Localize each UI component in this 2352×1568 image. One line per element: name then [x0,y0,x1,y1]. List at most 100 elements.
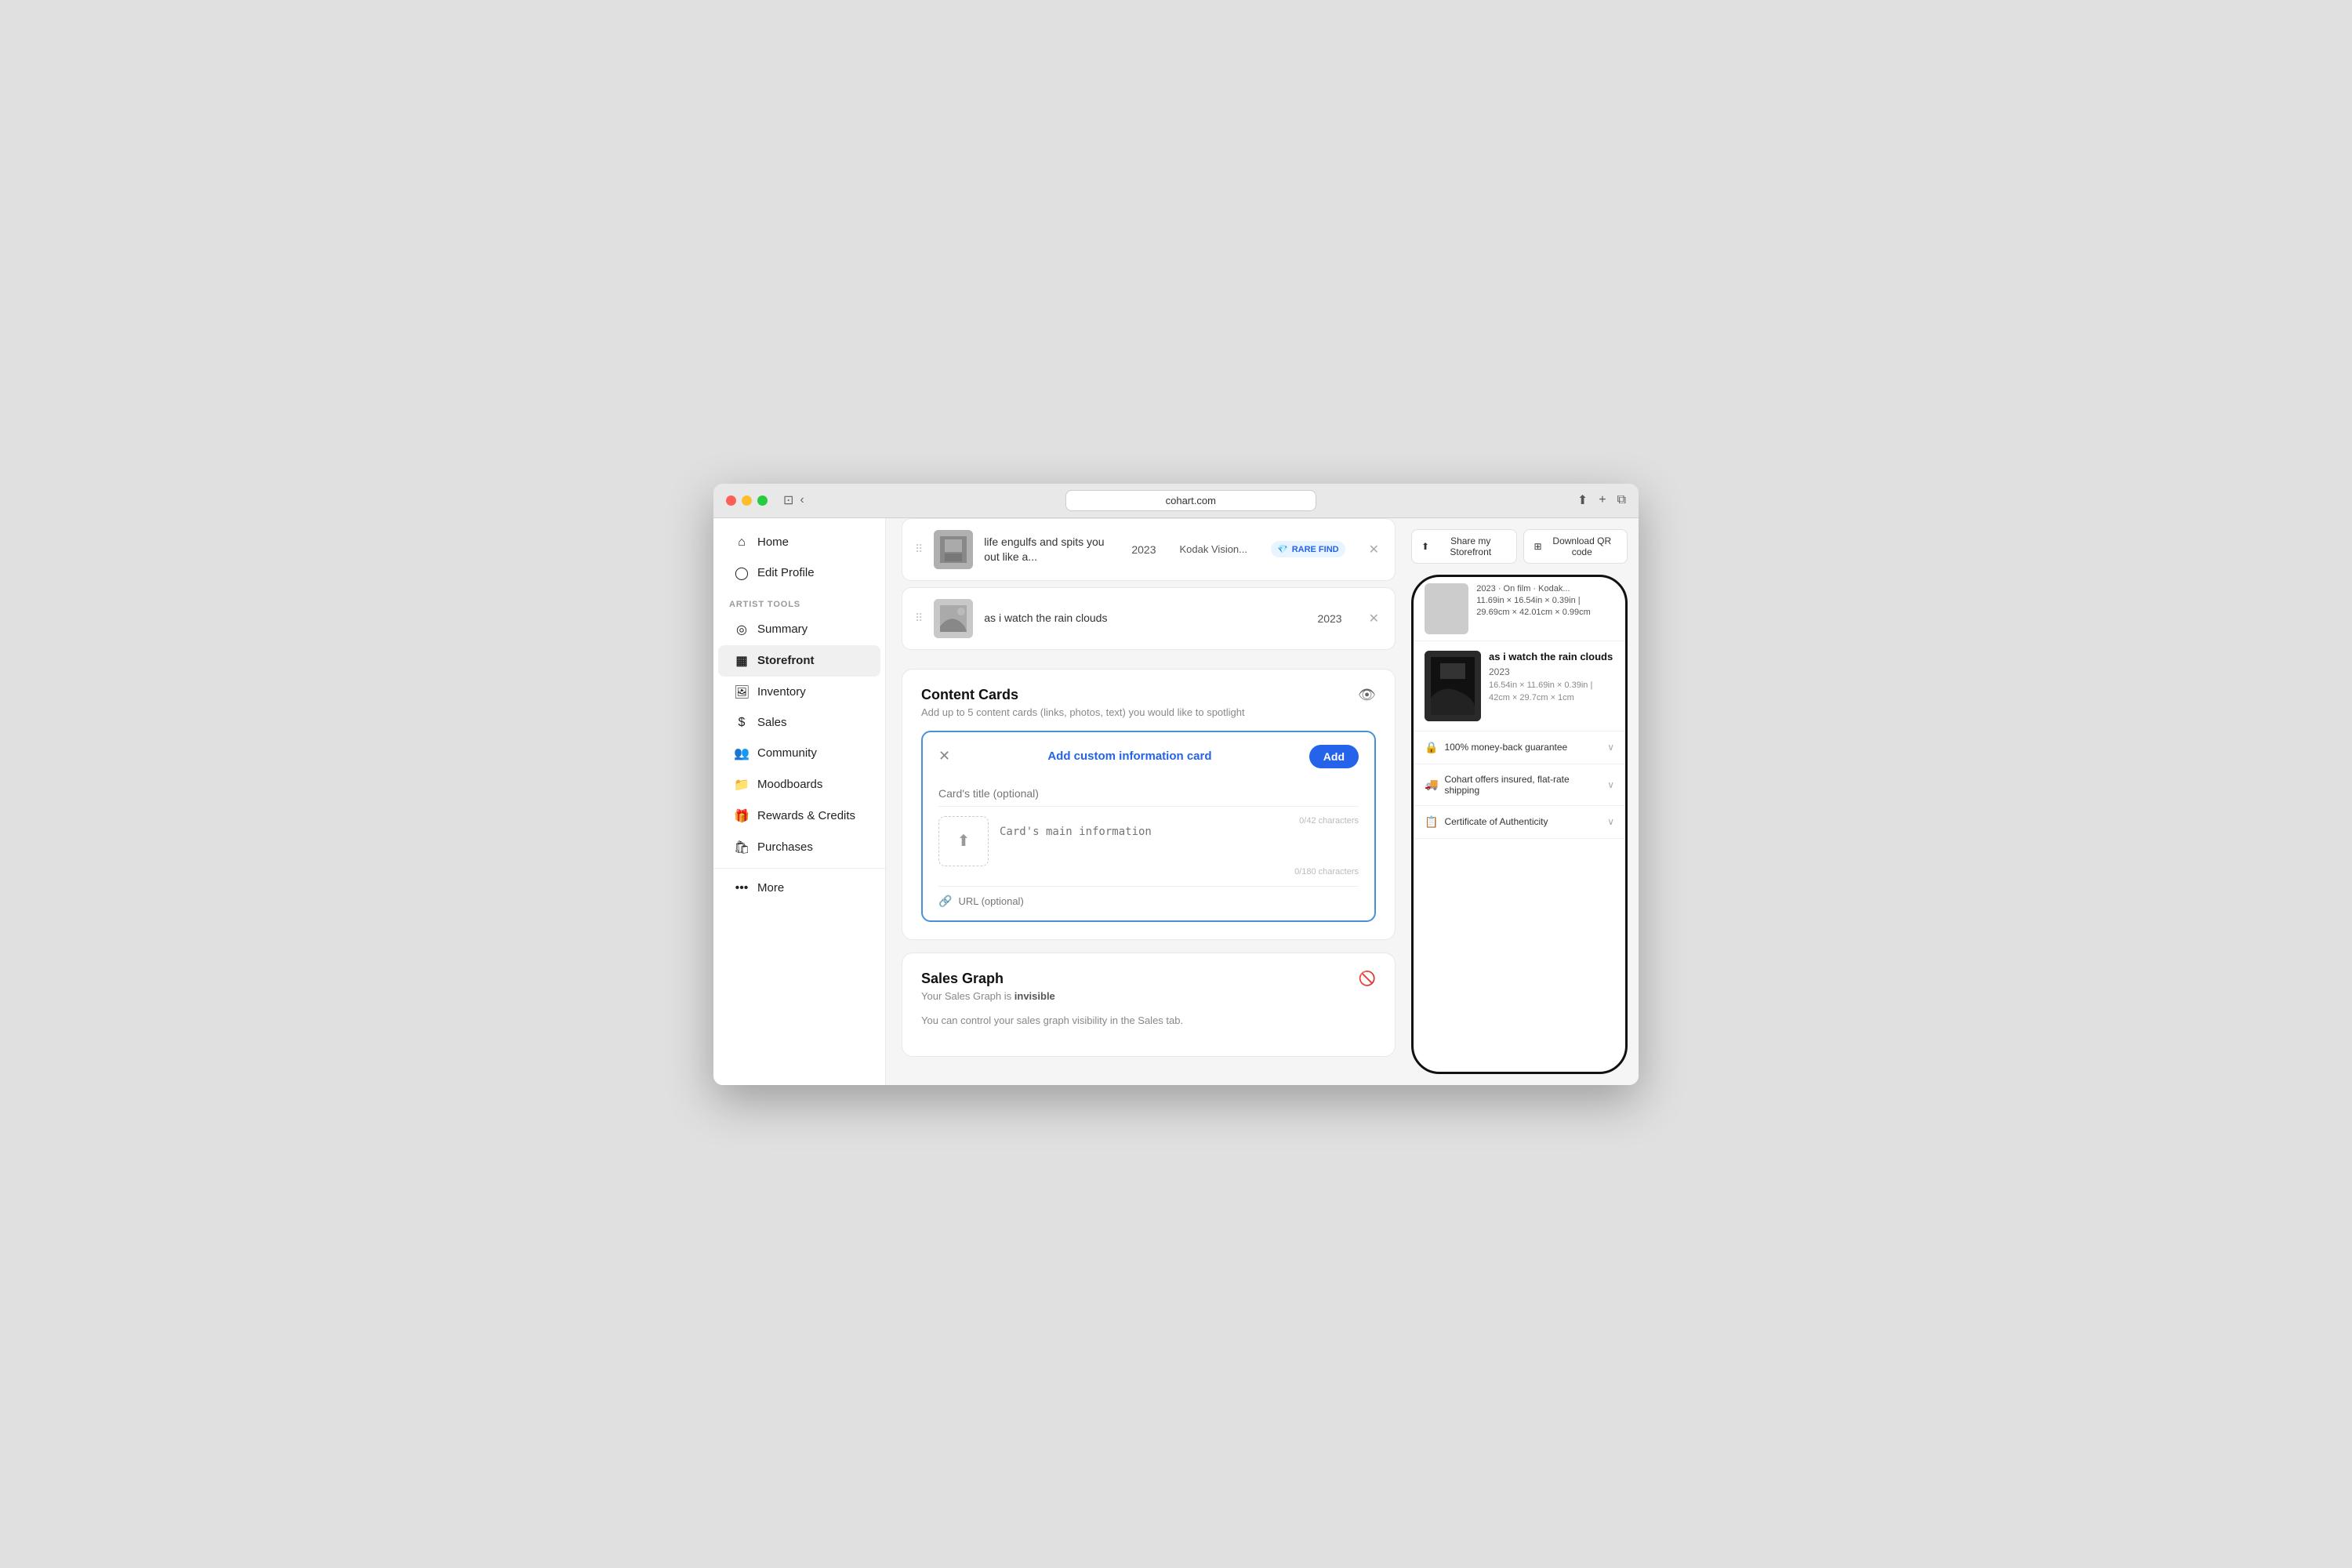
sidebar-item-edit-profile[interactable]: ◯ Edit Profile [718,557,880,589]
artwork-list: ⠿ life engulfs and spits you out like a.… [902,518,1396,656]
home-icon: ⌂ [734,535,750,550]
sidebar-item-more[interactable]: ••• More [718,873,880,903]
chevron-down-icon[interactable]: ∨ [1607,816,1614,827]
share-icon[interactable]: ⬆ [1577,492,1588,508]
new-tab-icon[interactable]: + [1599,493,1606,507]
browser-controls: ⊡ ‹ [783,492,804,508]
share-icon: ⬆ [1421,541,1429,552]
artist-tools-section-label: ARTIST TOOLS [713,589,885,614]
content-cards-header: Content Cards 👁 [921,687,1376,703]
custom-card-form-title: Add custom information card [1047,750,1211,763]
share-storefront-label: Share my Storefront [1434,535,1507,557]
sidebar-moodboards-label: Moodboards [757,778,822,791]
list-item: 🔒 100% money-back guarantee ∨ [1414,731,1625,764]
phone-feature-left: 🔒 100% money-back guarantee [1425,741,1567,754]
chevron-down-icon[interactable]: ∨ [1607,742,1614,753]
sidebar-toggle-icon[interactable]: ⊡ [783,492,793,508]
traffic-lights [726,495,768,506]
drag-handle-icon[interactable]: ⠿ [915,543,923,556]
phone-artwork-dims: 11.69in × 16.54in × 0.39in | 29.69cm × 4… [1476,595,1614,619]
upload-icon: ⬆ [957,831,971,851]
tabs-icon[interactable]: ⧉ [1617,493,1626,507]
card-url-input[interactable] [958,895,1359,907]
table-row: ⠿ life engulfs and spits you out like a.… [902,518,1396,581]
content-cards-subtitle: Add up to 5 content cards (links, photos… [921,706,1376,718]
phone-preview: 2023 · On film · Kodak... 11.69in × 16.5… [1411,575,1628,1074]
artwork-title: as i watch the rain clouds [984,611,1306,625]
sidebar-edit-profile-label: Edit Profile [757,566,815,579]
purchases-icon: 🛍 [734,840,750,855]
custom-card-header: ✕ Add custom information card Add [938,745,1359,768]
qr-icon: ⊞ [1534,541,1541,552]
visibility-toggle-icon[interactable]: 👁 [1358,687,1376,703]
sidebar-item-moodboards[interactable]: 📁 Moodboards [718,769,880,800]
list-item: 🚚 Cohart offers insured, flat-rate shipp… [1414,764,1625,806]
community-icon: 👥 [734,746,750,761]
sidebar-item-rewards[interactable]: 🎁 Rewards & Credits [718,800,880,832]
sidebar-storefront-label: Storefront [757,654,815,667]
user-icon: ◯ [734,565,750,581]
card-url-row: 🔗 [938,886,1359,908]
back-arrow-icon[interactable]: ‹ [800,493,804,507]
list-item: 2023 · On film · Kodak... 11.69in × 16.5… [1414,577,1625,641]
sales-graph-subtitle: Your Sales Graph is invisible [921,990,1376,1002]
add-card-button[interactable]: Add [1309,745,1359,768]
sidebar: ⌂ Home ◯ Edit Profile ARTIST TOOLS ◎ Sum… [713,518,886,1085]
remove-artwork-button[interactable]: ✕ [1366,539,1382,561]
phone-artwork-info: as i watch the rain clouds 2023 16.54in … [1489,651,1614,721]
sidebar-item-home[interactable]: ⌂ Home [718,528,880,557]
sales-icon: $ [734,716,750,730]
drag-handle-icon[interactable]: ⠿ [915,612,923,625]
right-panel: ⬆ Share my Storefront ⊞ Download QR code [1411,518,1639,1085]
table-row: ⠿ as i watch the rain clouds 2023 ✕ [902,587,1396,650]
sidebar-rewards-label: Rewards & Credits [757,809,855,822]
card-title-input[interactable] [938,781,1359,807]
summary-icon: ◎ [734,622,750,637]
phone-artwork-details: 2023 · On film · Kodak... [1476,583,1614,595]
content-cards-section: Content Cards 👁 Add up to 5 content card… [902,669,1396,940]
download-qr-button[interactable]: ⊞ Download QR code [1523,529,1628,564]
sales-status-text: invisible [1014,990,1055,1002]
custom-info-card-form: ✕ Add custom information card Add ⬆ 0/42… [921,731,1376,922]
panel-actions: ⬆ Share my Storefront ⊞ Download QR code [1411,529,1628,564]
close-card-form-button[interactable]: ✕ [938,748,950,764]
remove-artwork-button[interactable]: ✕ [1366,608,1382,630]
sidebar-item-inventory[interactable]: 🖼 Inventory [718,677,880,708]
sidebar-more-label: More [757,881,784,895]
sidebar-divider [713,868,885,869]
fullscreen-traffic-light[interactable] [757,495,768,506]
share-storefront-button[interactable]: ⬆ Share my Storefront [1411,529,1517,564]
card-main-info-input[interactable] [1000,826,1359,863]
main-info-char-count: 0/180 characters [1000,867,1359,877]
browser-body: ⌂ Home ◯ Edit Profile ARTIST TOOLS ◎ Sum… [713,518,1639,1085]
artwork-thumbnail [934,599,973,638]
certificate-icon: 📋 [1425,815,1438,829]
sidebar-item-storefront[interactable]: ▦ Storefront [718,645,880,677]
sidebar-item-community[interactable]: 👥 Community [718,738,880,769]
phone-artwork-title: as i watch the rain clouds [1489,651,1614,664]
sidebar-sales-label: Sales [757,716,787,729]
list-item: 📋 Certificate of Authenticity ∨ [1414,806,1625,839]
sidebar-item-summary[interactable]: ◎ Summary [718,614,880,645]
close-traffic-light[interactable] [726,495,736,506]
sidebar-item-purchases[interactable]: 🛍 Purchases [718,832,880,863]
sidebar-inventory-label: Inventory [757,685,806,699]
browser-window: ⊡ ‹ 🔒 cohart.com ⬆ + ⧉ ⌂ Home ◯ Edit Pro… [713,484,1639,1085]
artwork-medium: Kodak Vision... [1180,543,1247,555]
phone-artwork-year: 2023 [1489,666,1614,677]
sales-graph-note: You can control your sales graph visibil… [921,1014,1376,1026]
phone-content: 2023 · On film · Kodak... 11.69in × 16.5… [1414,577,1625,1072]
url-input[interactable]: cohart.com [1065,490,1316,511]
sales-visibility-icon[interactable]: 🚫 [1359,971,1376,987]
chevron-down-icon[interactable]: ∨ [1607,779,1614,790]
card-text-area: 0/42 characters 0/180 characters [1000,816,1359,877]
phone-artwork-info: 2023 · On film · Kodak... 11.69in × 16.5… [1476,583,1614,619]
sidebar-purchases-label: Purchases [757,840,813,854]
sidebar-item-sales[interactable]: $ Sales [718,708,880,738]
card-upload-button[interactable]: ⬆ [938,816,989,866]
sidebar-community-label: Community [757,746,817,760]
list-item: as i watch the rain clouds 2023 16.54in … [1414,641,1625,731]
phone-artwork-thumbnail [1425,583,1468,634]
minimize-traffic-light[interactable] [742,495,752,506]
address-bar: 🔒 cohart.com [814,490,1568,511]
